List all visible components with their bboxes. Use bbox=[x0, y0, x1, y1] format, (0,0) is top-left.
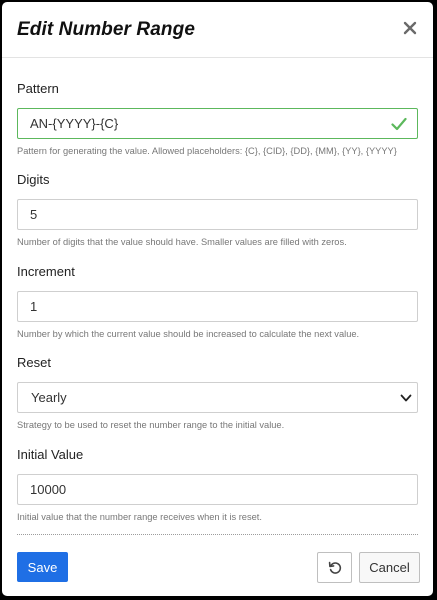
increment-input[interactable]: 1 bbox=[17, 291, 418, 322]
edit-number-range-dialog: Edit Number Range Pattern AN-{YYYY}-{C} … bbox=[2, 2, 433, 596]
digits-field: Digits 5 Number of digits that the value… bbox=[17, 172, 418, 248]
digits-value: 5 bbox=[30, 207, 38, 222]
initial-value-field: Initial Value 10000 Initial value that t… bbox=[17, 447, 418, 523]
reset-field: Reset Yearly Strategy to be used to rese… bbox=[17, 355, 418, 431]
check-icon bbox=[391, 117, 407, 131]
save-button[interactable]: Save bbox=[17, 552, 68, 582]
close-icon bbox=[403, 21, 417, 35]
digits-input[interactable]: 5 bbox=[17, 199, 418, 230]
reset-label: Reset bbox=[17, 355, 51, 370]
footer-divider bbox=[17, 534, 418, 535]
increment-help: Number by which the current value should… bbox=[17, 329, 360, 339]
cancel-label: Cancel bbox=[369, 560, 410, 575]
digits-label: Digits bbox=[17, 172, 50, 187]
close-button[interactable] bbox=[401, 19, 419, 37]
chevron-down-icon bbox=[400, 394, 412, 402]
initial-value-help: Initial value that the number range rece… bbox=[17, 512, 262, 522]
pattern-field: Pattern AN-{YYYY}-{C} Pattern for genera… bbox=[17, 81, 418, 157]
increment-label: Increment bbox=[17, 264, 75, 279]
pattern-value: AN-{YYYY}-{C} bbox=[30, 116, 119, 131]
initial-value-input[interactable]: 10000 bbox=[17, 474, 418, 505]
reset-selected-value: Yearly bbox=[31, 390, 67, 405]
reset-select[interactable]: Yearly bbox=[17, 382, 418, 413]
pattern-label: Pattern bbox=[17, 81, 59, 96]
pattern-input[interactable]: AN-{YYYY}-{C} bbox=[17, 108, 418, 139]
initial-value-value: 10000 bbox=[30, 482, 67, 497]
reset-icon bbox=[328, 561, 341, 574]
digits-help: Number of digits that the value should h… bbox=[17, 237, 347, 247]
pattern-help: Pattern for generating the value. Allowe… bbox=[17, 146, 397, 156]
dialog-header: Edit Number Range bbox=[2, 2, 433, 58]
increment-value: 1 bbox=[30, 299, 38, 314]
reset-button[interactable] bbox=[317, 552, 352, 583]
dialog-title: Edit Number Range bbox=[17, 19, 195, 40]
reset-help: Strategy to be used to reset the number … bbox=[17, 420, 285, 430]
cancel-button[interactable]: Cancel bbox=[359, 552, 420, 583]
increment-field: Increment 1 Number by which the current … bbox=[17, 264, 418, 340]
save-label: Save bbox=[27, 559, 58, 575]
initial-value-label: Initial Value bbox=[17, 447, 84, 462]
